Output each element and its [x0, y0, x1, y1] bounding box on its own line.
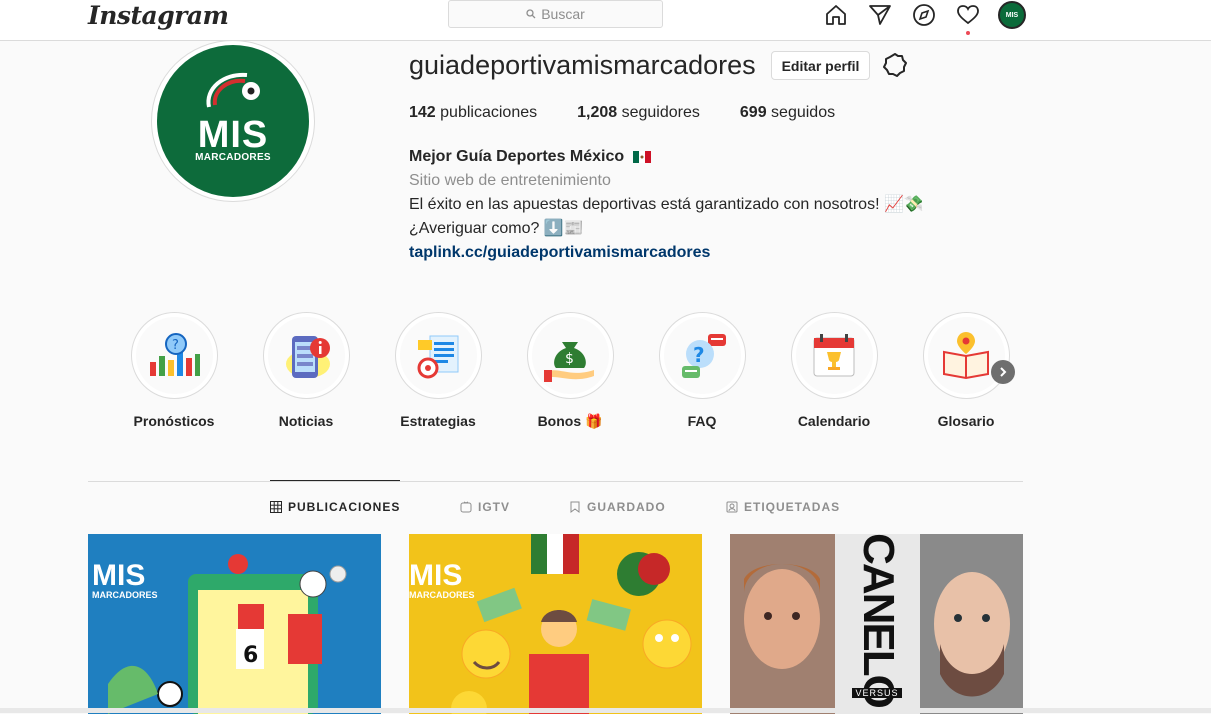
avatar-mini-text: MIS [1005, 11, 1019, 19]
bio-link[interactable]: taplink.cc/guiadeportivamismarcadores [409, 241, 924, 265]
post-overlay-main: MIS [409, 559, 463, 592]
chart-icon: ? [150, 332, 200, 376]
highlight-label: Estrategias [400, 413, 476, 429]
stat-following-value: 699 [739, 104, 767, 121]
explore-compass-icon[interactable] [911, 2, 937, 28]
post-overlay-title: MIS MARCADORES [409, 559, 475, 601]
tagged-person-icon [726, 501, 738, 513]
tab-guardado[interactable]: GUARDADO [569, 500, 666, 514]
news-phone-icon [286, 335, 330, 378]
igtv-icon [460, 501, 472, 513]
profile-stats: 142 publicaciones 1,208 seguidores 699 s… [409, 104, 875, 122]
post-thumbnail[interactable]: CANELO VERSUS [730, 534, 1023, 714]
stat-posts-label: publicaciones [440, 104, 538, 121]
avatar-title: MIS [197, 113, 269, 156]
stat-following-label: seguidos [771, 104, 836, 121]
strategy-icon [417, 335, 459, 378]
brand-logo: MIS MARCADORES [157, 45, 309, 197]
highlight-label: FAQ [687, 413, 717, 429]
profile-bio: Mejor Guía Deportes México Sitio web de … [409, 145, 924, 265]
instagram-logo[interactable]: Instagram [88, 1, 229, 30]
mexico-flag-icon [632, 150, 651, 163]
svg-text:6: 6 [243, 643, 258, 668]
highlight-calendario[interactable]: Calendario [779, 312, 889, 429]
highlight-label: Noticias [278, 413, 334, 429]
tab-label: GUARDADO [587, 500, 666, 514]
highlight-label: Pronósticos [133, 413, 215, 429]
question-chat-icon: ? [682, 333, 726, 378]
svg-text:?: ? [172, 338, 179, 353]
highlight-ring: $ [526, 312, 614, 399]
tab-igtv[interactable]: IGTV [460, 500, 510, 514]
highlight-label: Bonos 🎁 [537, 413, 603, 429]
highlight-label: Glosario [937, 413, 995, 429]
bookmark-icon [570, 501, 580, 513]
highlight-ring [262, 312, 350, 399]
stat-followers-label: seguidores [621, 104, 700, 121]
tabs-divider [88, 481, 1023, 482]
tab-etiquetadas[interactable]: ETIQUETADAS [726, 500, 840, 514]
stat-posts-value: 142 [409, 104, 436, 121]
calendar-icon [813, 333, 855, 376]
avatar-subtitle: MARCADORES [195, 151, 271, 163]
stat-followers-value: 1,208 [577, 104, 618, 121]
search-icon [526, 9, 536, 19]
svg-text:?: ? [693, 343, 705, 367]
money-bag-icon: $ [544, 341, 594, 382]
tab-publicaciones[interactable]: PUBLICACIONES [270, 500, 400, 514]
highlight-faq[interactable]: ? FAQ [647, 312, 757, 429]
notification-dot [966, 31, 970, 35]
soccer-ball-swoosh-icon [206, 72, 260, 108]
grid-icon [270, 501, 282, 513]
highlight-noticias[interactable]: Noticias [251, 312, 361, 429]
highlight-label: Calendario [797, 413, 871, 429]
bio-name: Mejor Guía Deportes México [409, 148, 625, 165]
bio-category: Sitio web de entretenimiento [409, 172, 611, 189]
highlight-ring: ? [658, 312, 746, 399]
profile-username: guiadeportivamismarcadores [409, 50, 756, 80]
profile-avatar-nav[interactable]: MIS [998, 1, 1026, 29]
highlight-ring [394, 312, 482, 399]
stat-followers[interactable]: 1,208 seguidores [577, 104, 700, 122]
highlight-estrategias[interactable]: Estrategias [383, 312, 493, 429]
search-input[interactable]: Buscar [448, 0, 663, 28]
post-thumbnail[interactable]: 6 MIS MARCADORES [88, 534, 381, 714]
highlights-next-arrow-icon[interactable] [991, 360, 1015, 384]
settings-gear-icon[interactable] [882, 52, 908, 78]
book-icon [943, 331, 989, 379]
bio-line-2: ¿Averiguar como? ⬇️📰 [409, 220, 584, 237]
post-overlay-sub: VERSUS [852, 688, 902, 698]
post-overlay-main: MIS [92, 559, 146, 592]
post-overlay-sub: MARCADORES [409, 590, 475, 600]
search-placeholder: Buscar [541, 6, 585, 22]
bio-line-1: El éxito en las apuestas deportivas está… [409, 196, 924, 213]
post-overlay-title: MIS MARCADORES [92, 559, 158, 601]
highlight-ring: ? [130, 312, 218, 399]
tab-label: IGTV [478, 500, 511, 514]
highlight-ring [790, 312, 878, 399]
post-overlay-title: CANELO [838, 534, 918, 707]
stat-following[interactable]: 699 seguidos [740, 104, 835, 122]
bottom-scroll-edge [0, 708, 1211, 713]
highlight-bonos[interactable]: $ Bonos 🎁 [515, 312, 625, 430]
profile-avatar[interactable]: MIS MARCADORES [151, 40, 315, 202]
edit-profile-button[interactable]: Editar perfil [771, 51, 870, 80]
stat-posts: 142 publicaciones [409, 104, 537, 122]
active-tab-indicator [270, 480, 400, 481]
tab-label: PUBLICACIONES [288, 500, 401, 514]
highlight-pronosticos[interactable]: ? Pronósticos [119, 312, 229, 429]
post-thumbnail[interactable]: MIS MARCADORES [409, 534, 702, 714]
direct-message-icon[interactable] [867, 2, 893, 28]
svg-text:$: $ [565, 351, 574, 367]
activity-heart-icon[interactable] [955, 2, 981, 28]
highlight-ring [922, 312, 1010, 399]
home-icon[interactable] [823, 2, 849, 28]
tab-label: ETIQUETADAS [744, 500, 841, 514]
post-overlay-main: CANELO [854, 534, 903, 707]
post-overlay-sub: MARCADORES [92, 590, 158, 600]
top-navigation-bar: Instagram Buscar MIS [0, 0, 1211, 41]
